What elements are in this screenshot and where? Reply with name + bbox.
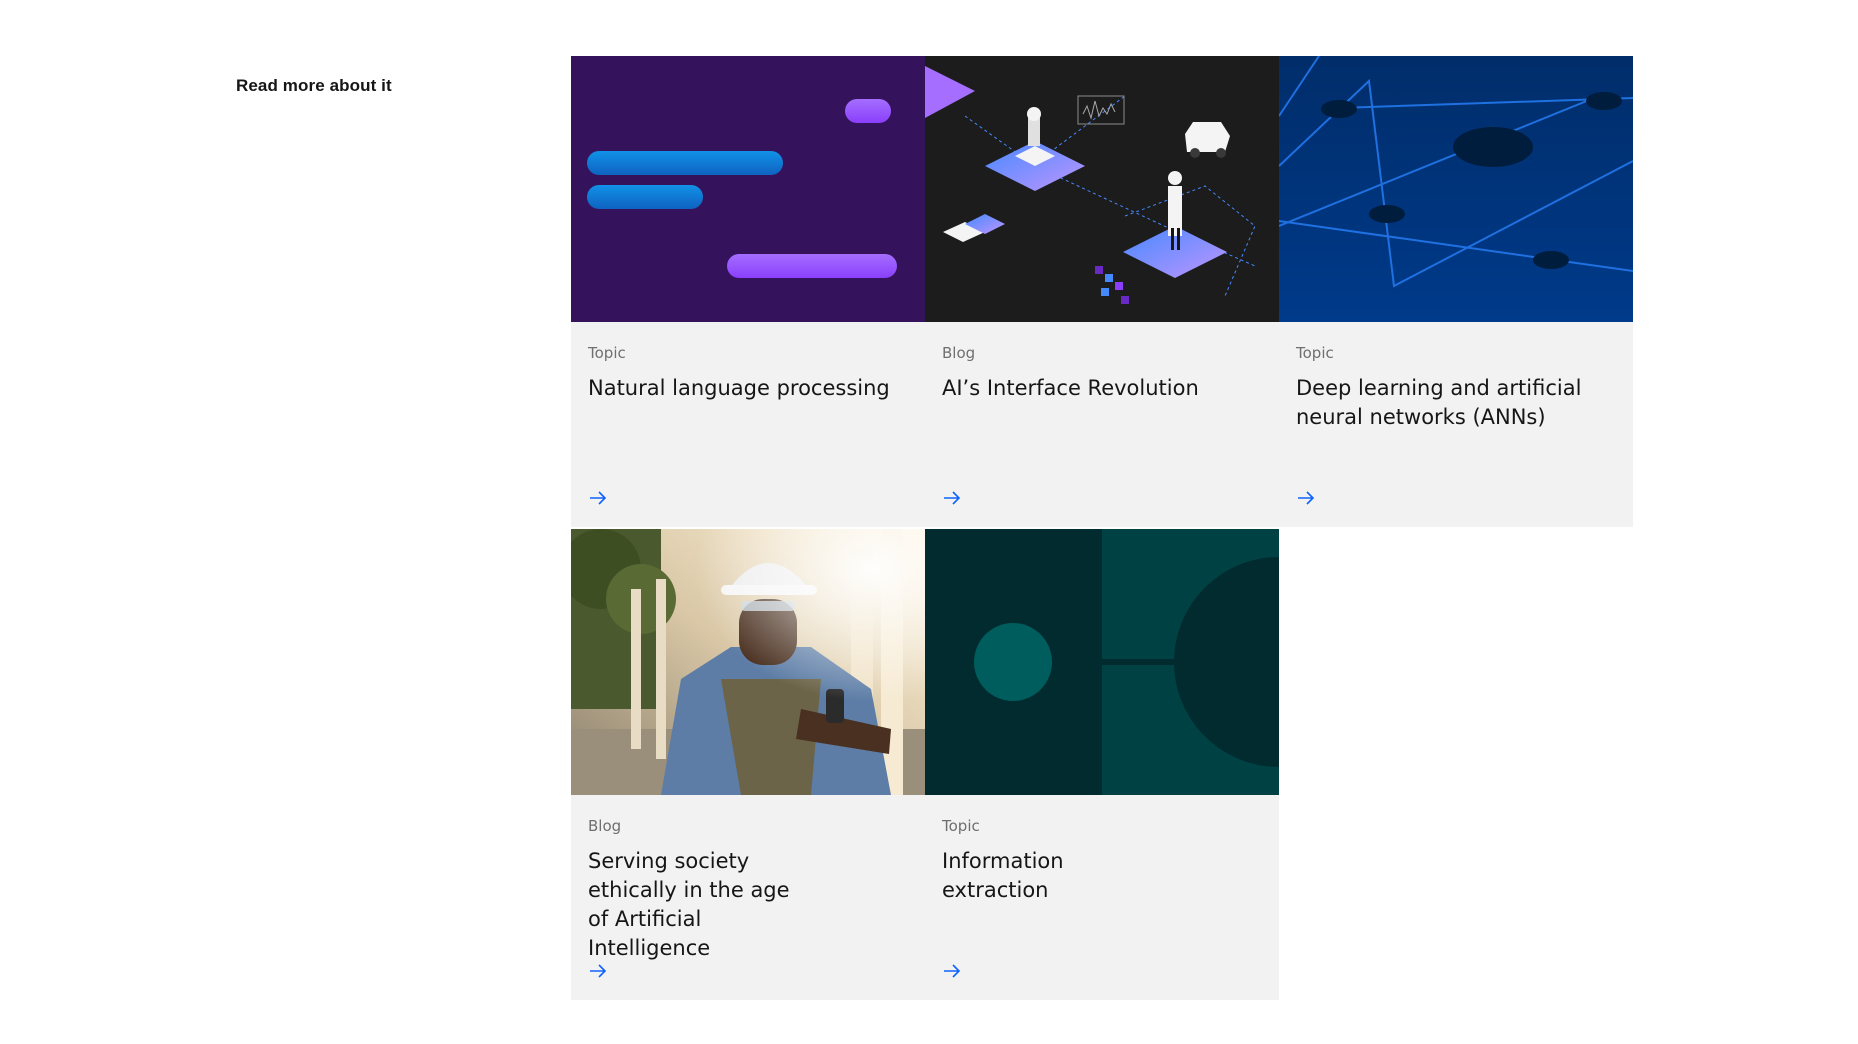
card-title: Information extraction [942,849,1064,902]
card-eyebrow: Topic [588,344,626,362]
card-title: Serving society ethically in the age of … [588,849,790,960]
card-title: Deep learning and artificial neural netw… [1296,376,1582,429]
card-natural-language-processing[interactable]: Topic Natural language processing [571,56,925,527]
neural-network-abstract-image [1279,56,1633,322]
arrow-right-icon[interactable] [1296,488,1316,508]
arrow-right-icon[interactable] [942,488,962,508]
section-title: Read more about it [236,76,392,95]
isometric-ai-illustration [925,56,1279,322]
information-extraction-abstract-image [925,529,1279,795]
construction-worker-photo [571,529,925,795]
card-eyebrow: Blog [588,817,622,835]
card-information-extraction[interactable]: Topic Information extraction [925,529,1279,1000]
card-ai-interface-revolution[interactable]: Blog AI’s Interface Revolution [925,56,1279,527]
card-title: AI’s Interface Revolution [942,376,1199,400]
card-eyebrow: Blog [942,344,976,362]
arrow-right-icon[interactable] [588,961,608,981]
card-serving-society-ethically[interactable]: Blog Serving society ethically in the ag… [571,529,925,1000]
card-deep-learning-anns[interactable]: Topic Deep learning and artificial neura… [1279,56,1633,527]
card-eyebrow: Topic [1296,344,1334,362]
arrow-right-icon[interactable] [942,961,962,981]
nlp-abstract-image [571,56,925,322]
card-eyebrow: Topic [942,817,980,835]
card-title: Natural language processing [588,376,890,400]
arrow-right-icon[interactable] [588,488,608,508]
